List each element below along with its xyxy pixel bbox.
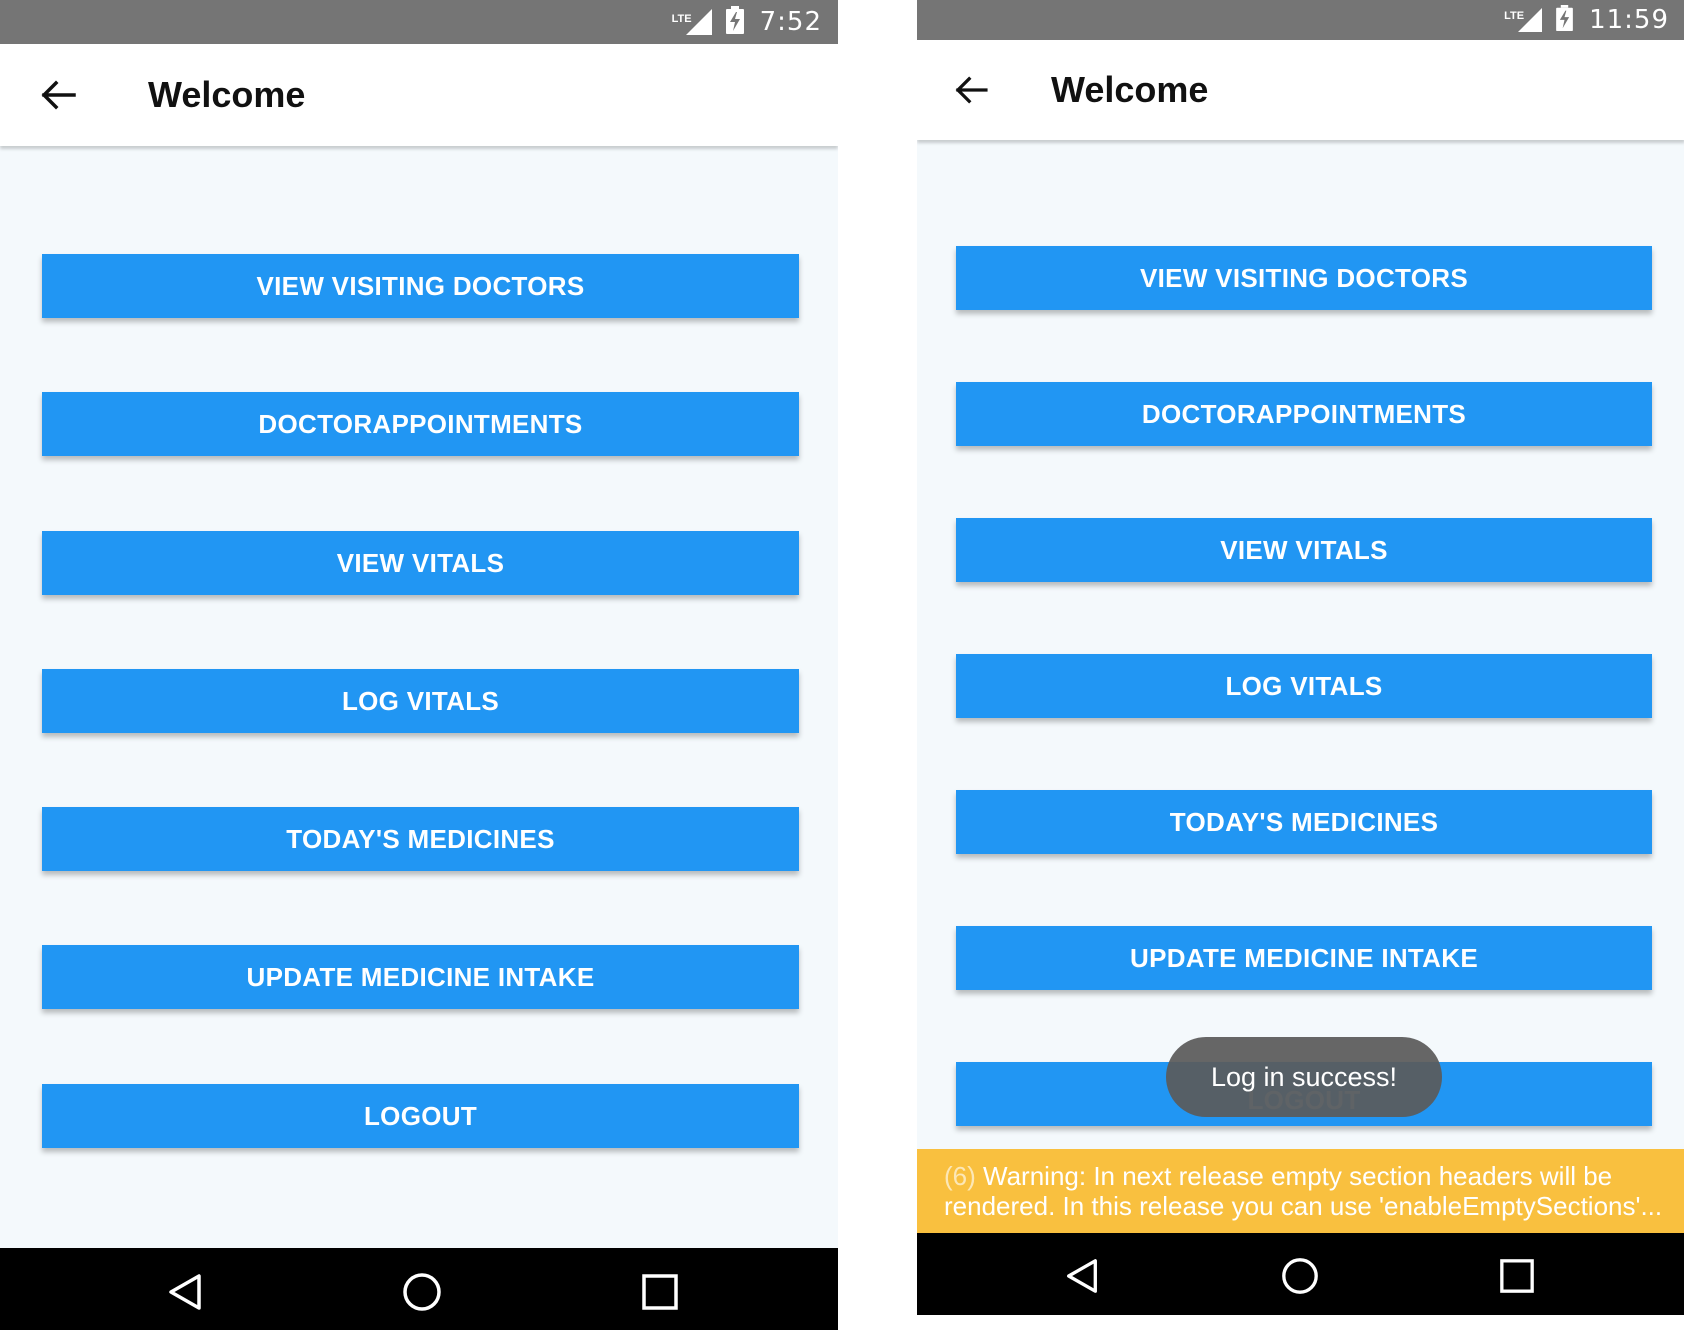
- navigation-bar: [0, 1248, 838, 1330]
- lte-signal-icon: LTE: [1504, 8, 1543, 32]
- app-bar: Welcome: [0, 44, 838, 146]
- view-vitals-button[interactable]: VIEW VITALS: [956, 518, 1652, 582]
- battery-charging-icon: [1556, 4, 1573, 36]
- logout-button[interactable]: LOGOUT: [42, 1084, 799, 1148]
- view-vitals-button[interactable]: VIEW VITALS: [42, 531, 799, 595]
- phone-screen-right: LTE 11:59 Welcome VIEW VISITING DOCTORS …: [917, 0, 1684, 1315]
- doctor-appointments-button[interactable]: DOCTORAPPOINTMENTS: [42, 392, 799, 456]
- nav-home-icon[interactable]: [1260, 1236, 1340, 1316]
- todays-medicines-button[interactable]: TODAY'S MEDICINES: [42, 807, 799, 871]
- lte-signal-icon: LTE: [672, 9, 712, 35]
- todays-medicines-button[interactable]: TODAY'S MEDICINES: [956, 790, 1652, 854]
- app-bar: Welcome: [917, 40, 1684, 140]
- warning-count: (6): [944, 1161, 976, 1191]
- nav-back-icon[interactable]: [1042, 1236, 1122, 1316]
- nav-back-icon[interactable]: [145, 1252, 225, 1330]
- page-title: Welcome: [1051, 69, 1209, 110]
- log-vitals-button[interactable]: LOG VITALS: [42, 669, 799, 733]
- login-success-toast: Log in success!: [1166, 1037, 1442, 1117]
- page-title: Welcome: [148, 74, 306, 115]
- view-visiting-doctors-button[interactable]: VIEW VISITING DOCTORS: [42, 254, 799, 318]
- warning-line-1: (6) Warning: In next release empty secti…: [944, 1161, 1613, 1191]
- update-medicine-intake-button[interactable]: UPDATE MEDICINE INTAKE: [42, 945, 799, 1009]
- view-visiting-doctors-button[interactable]: VIEW VISITING DOCTORS: [956, 246, 1652, 310]
- back-arrow-icon[interactable]: [941, 60, 1001, 120]
- nav-recents-icon[interactable]: [620, 1252, 700, 1330]
- status-time: 11:59: [1589, 5, 1669, 35]
- log-vitals-button[interactable]: LOG VITALS: [956, 654, 1652, 718]
- navigation-bar: [917, 1233, 1684, 1315]
- status-bar: LTE 11:59: [917, 0, 1684, 40]
- update-medicine-intake-button[interactable]: UPDATE MEDICINE INTAKE: [956, 926, 1652, 990]
- nav-home-icon[interactable]: [382, 1252, 462, 1330]
- battery-charging-icon: [725, 5, 744, 39]
- nav-recents-icon[interactable]: [1477, 1236, 1557, 1316]
- yellow-box-warning[interactable]: (6) Warning: In next release empty secti…: [917, 1149, 1684, 1233]
- doctor-appointments-button[interactable]: DOCTORAPPOINTMENTS: [956, 382, 1652, 446]
- back-arrow-icon[interactable]: [28, 65, 88, 125]
- status-bar: LTE 7:52: [0, 0, 838, 44]
- phone-screen-left: LTE 7:52 Welcome VIEW VISITING DOCTORS D…: [0, 0, 838, 1330]
- warning-line-2: rendered. In this release you can use 'e…: [944, 1191, 1663, 1221]
- status-time: 7:52: [759, 7, 822, 37]
